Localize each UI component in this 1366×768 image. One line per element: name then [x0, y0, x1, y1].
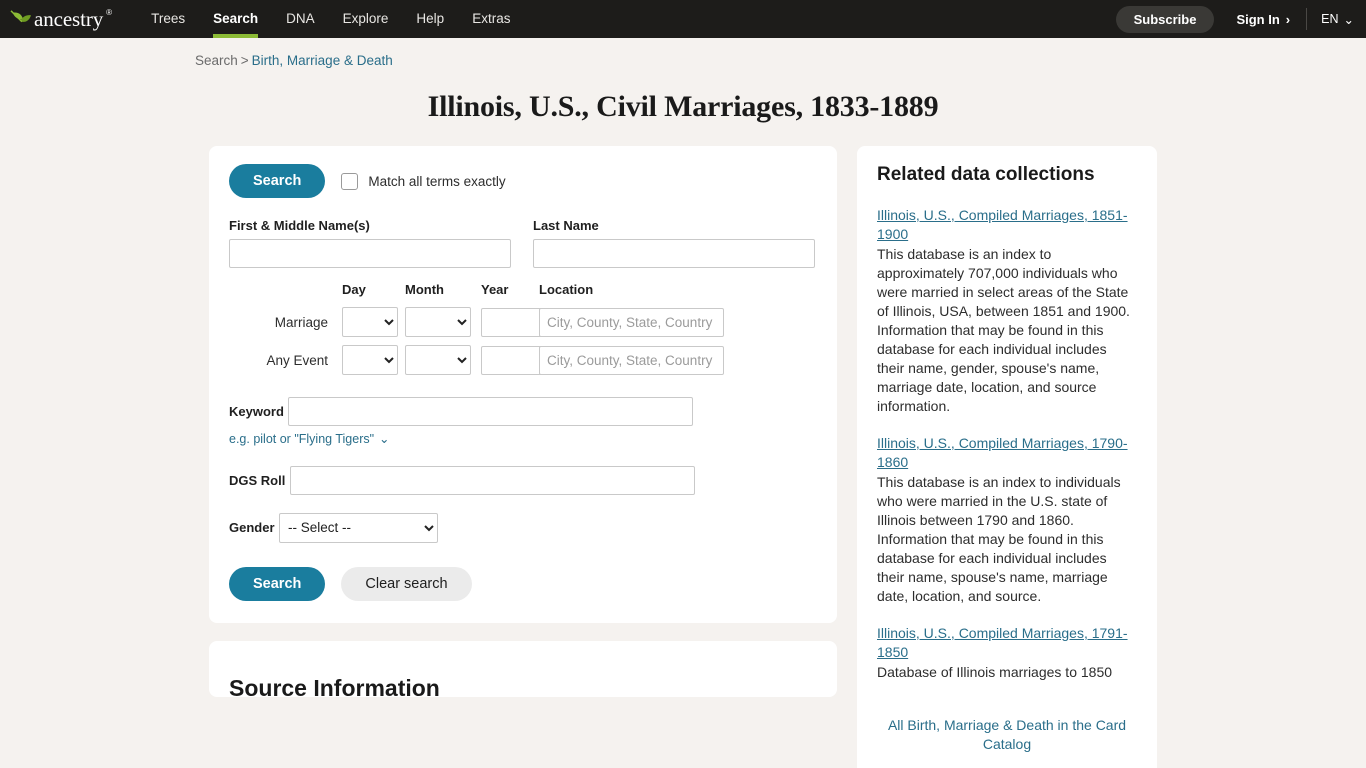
any-event-day-cell	[342, 341, 405, 379]
any-event-year-cell	[481, 342, 557, 379]
marriage-location-cell	[539, 304, 724, 341]
search-button-top[interactable]: Search	[229, 164, 326, 198]
breadcrumb-item-search[interactable]: Search	[195, 53, 238, 68]
grid-corner-spacer	[229, 290, 342, 296]
any-event-month-cell	[405, 341, 481, 379]
chevron-down-icon: ⌄	[379, 432, 390, 446]
first-name-input[interactable]	[229, 239, 511, 268]
nav-item-search[interactable]: Search	[199, 0, 272, 38]
ancestry-logo[interactable]: ancestry ®	[10, 6, 113, 31]
gender-label: Gender	[229, 520, 275, 535]
collection-item: Illinois, U.S., Compiled Marriages, 1790…	[877, 434, 1137, 606]
any-event-day-select[interactable]	[342, 345, 398, 375]
column-header-location: Location	[539, 282, 594, 297]
dgs-roll-label: DGS Roll	[229, 472, 286, 488]
top-navigation-bar: ancestry ® Trees Search DNA Explore Help…	[0, 0, 1366, 38]
match-exact-checkbox[interactable]	[341, 172, 359, 190]
last-name-label: Last Name	[533, 218, 599, 233]
date-location-grid: Day Month Year Location Marriage City, C…	[229, 282, 817, 379]
any-event-month-select[interactable]	[405, 345, 471, 375]
sign-in-link[interactable]: Sign In ›	[1236, 8, 1308, 30]
nav-item-help[interactable]: Help	[402, 0, 458, 38]
match-exact-checkbox-wrapper[interactable]: Match all terms exactly	[341, 172, 506, 190]
collection-description-1: This database is an index to approximate…	[877, 246, 1130, 414]
card-catalog-link[interactable]: All Birth, Marriage & Death in the Card …	[877, 716, 1137, 754]
collection-description-3: Database of Illinois marriages to 1850	[877, 664, 1113, 680]
nav-right-group: Subscribe Sign In › EN ⌄	[1115, 0, 1354, 38]
marriage-location-input[interactable]	[539, 307, 724, 337]
leaf-icon	[10, 10, 31, 23]
nav-item-extras[interactable]: Extras	[458, 0, 524, 38]
column-header-month: Month	[405, 282, 444, 297]
search-form-card: Search Match all terms exactly First & M…	[209, 146, 837, 623]
marriage-year-cell	[481, 304, 557, 341]
keyword-input[interactable]	[288, 397, 694, 426]
marriage-day-select[interactable]	[342, 307, 398, 337]
breadcrumb-item-bmd[interactable]: Birth, Marriage & Death	[252, 53, 393, 68]
collection-item: Illinois, U.S., Compiled Marriages, 1851…	[877, 206, 1137, 416]
language-label: EN	[1321, 12, 1339, 26]
language-selector[interactable]: EN ⌄	[1321, 12, 1354, 27]
collection-link-1[interactable]: Illinois, U.S., Compiled Marriages, 1851…	[877, 206, 1137, 244]
marriage-day-cell	[342, 303, 405, 341]
gender-select[interactable]: -- Select --	[278, 512, 438, 543]
main-nav-items: Trees Search DNA Explore Help Extras	[137, 0, 524, 38]
marriage-month-select[interactable]	[405, 307, 471, 337]
gender-field-group: Gender -- Select --	[229, 512, 817, 543]
logo-wordmark: ancestry	[34, 6, 104, 31]
collection-link-2[interactable]: Illinois, U.S., Compiled Marriages, 1790…	[877, 434, 1137, 472]
chevron-down-icon: ⌄	[1343, 12, 1354, 27]
nav-item-dna[interactable]: DNA	[272, 0, 329, 38]
clear-search-button[interactable]: Clear search	[341, 566, 472, 601]
dgs-roll-field-group: DGS Roll	[229, 465, 817, 495]
collection-link-3[interactable]: Illinois, U.S., Compiled Marriages, 1791…	[877, 624, 1137, 662]
first-name-label: First & Middle Name(s)	[229, 218, 370, 233]
any-event-location-input[interactable]	[539, 345, 724, 375]
search-column: Search Match all terms exactly First & M…	[209, 146, 837, 697]
nav-item-explore[interactable]: Explore	[329, 0, 403, 38]
breadcrumb-separator: >	[240, 53, 249, 68]
keyword-field-group: Keyword e.g. pilot or "Flying Tigers" ⌄	[229, 397, 817, 448]
source-information-title: Source Information	[229, 674, 440, 697]
nav-item-trees[interactable]: Trees	[137, 0, 199, 38]
form-action-buttons: Search Clear search	[229, 566, 817, 601]
breadcrumb: Search > Birth, Marriage & Death	[0, 38, 1366, 68]
marriage-month-cell	[405, 303, 481, 341]
name-fields-row: First & Middle Name(s) Last Name	[229, 218, 817, 268]
source-information-card: Source Information	[209, 640, 837, 697]
search-top-row: Search Match all terms exactly	[229, 164, 817, 198]
chevron-right-icon: ›	[1285, 11, 1291, 27]
collection-description-2: This database is an index to individuals…	[877, 474, 1121, 604]
keyword-hint-text: e.g. pilot or "Flying Tigers"	[229, 431, 375, 446]
column-header-day: Day	[342, 282, 366, 297]
page-title: Illinois, U.S., Civil Marriages, 1833-18…	[427, 90, 939, 123]
related-collections-title: Related data collections	[877, 164, 1095, 185]
dgs-roll-input[interactable]	[289, 465, 695, 495]
keyword-hint-toggle[interactable]: e.g. pilot or "Flying Tigers" ⌄	[229, 431, 390, 447]
sidebar-column: Related data collections Illinois, U.S.,…	[857, 146, 1157, 768]
column-header-year: Year	[481, 282, 509, 297]
search-button-bottom[interactable]: Search	[229, 566, 326, 601]
logo-trademark: ®	[106, 7, 113, 17]
any-event-location-cell	[539, 342, 724, 379]
first-name-field-group: First & Middle Name(s)	[229, 218, 511, 268]
related-collections-card: Related data collections Illinois, U.S.,…	[857, 146, 1157, 768]
collection-item: Illinois, U.S., Compiled Marriages, 1791…	[877, 624, 1137, 682]
sign-in-label: Sign In	[1236, 11, 1280, 27]
keyword-label: Keyword	[229, 404, 284, 419]
subscribe-button[interactable]: Subscribe	[1115, 5, 1215, 33]
match-exact-label: Match all terms exactly	[368, 173, 506, 189]
row-label-marriage: Marriage	[274, 314, 328, 330]
row-label-any-event: Any Event	[266, 352, 328, 368]
last-name-field-group: Last Name	[533, 218, 815, 268]
last-name-input[interactable]	[533, 239, 815, 268]
main-content: Search Match all terms exactly First & M…	[0, 146, 1366, 768]
